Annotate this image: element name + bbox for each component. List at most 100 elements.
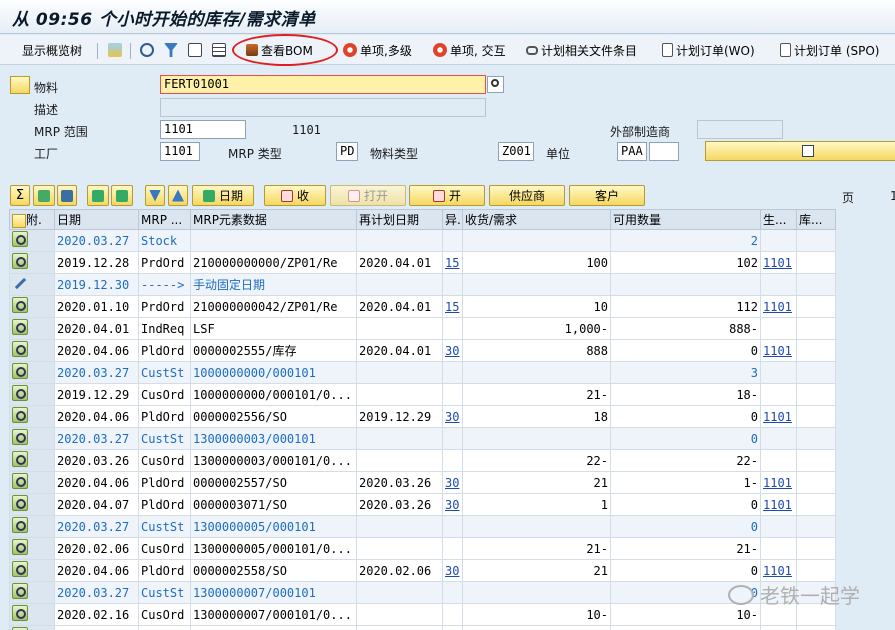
detail-icon[interactable] (12, 605, 28, 621)
cell-prod[interactable]: 1101 (760, 625, 797, 630)
material-toggle-icon[interactable] (10, 76, 30, 94)
unit-field[interactable]: PAA (617, 142, 647, 161)
detail-icon[interactable] (12, 253, 28, 269)
table-row[interactable]: 2020.03.27 CustSt 1300000003/000101 0 (9, 427, 836, 450)
single-interactive-button[interactable]: 单项, 交互 (433, 41, 506, 59)
table-row[interactable]: 2020.04.07 PldOrd 0000003071/SO 2020.03.26 3… (9, 493, 836, 516)
table-row[interactable]: 2020.04.06PldOrd0000002559/SO2020.02.163… (9, 625, 836, 630)
col-header-date[interactable]: 日期 (54, 209, 139, 230)
cell-prod[interactable]: 1101 (760, 295, 797, 318)
detail-icon[interactable] (12, 341, 28, 357)
cell-exception[interactable]: 30 (442, 559, 463, 582)
receipt-button[interactable]: 收 (264, 185, 326, 206)
col-header-mrp-data[interactable]: MRP元素数据 (190, 209, 357, 230)
detail-icon[interactable] (12, 583, 28, 599)
cell-exception[interactable]: 30 (442, 625, 463, 630)
cell-prod[interactable]: 1101 (760, 471, 797, 494)
cell-prod[interactable] (760, 449, 797, 472)
plant-field[interactable]: 1101 (160, 142, 200, 161)
cell-exception[interactable] (442, 229, 463, 252)
col-header-available[interactable]: 可用数量 (610, 209, 761, 230)
detail-icon[interactable] (12, 297, 28, 313)
cell-prod[interactable] (760, 229, 797, 252)
glasses-icon[interactable] (33, 185, 55, 206)
col-header-exception[interactable]: 异. (442, 209, 463, 230)
unit-extra-field[interactable] (649, 142, 679, 161)
cell-prod[interactable]: 1101 (760, 339, 797, 362)
cell-prod[interactable] (760, 427, 797, 450)
planning-file-entry-button[interactable]: 计划相关文件条目 (526, 41, 637, 59)
cell-exception[interactable] (442, 449, 463, 472)
cell-prod[interactable] (760, 515, 797, 538)
cell-exception[interactable] (442, 427, 463, 450)
sort-down-icon[interactable] (145, 185, 165, 206)
cell-prod[interactable] (760, 273, 797, 296)
edit-pen-icon[interactable] (57, 185, 77, 206)
cell-prod[interactable]: 1101 (760, 559, 797, 582)
cell-exception[interactable] (442, 603, 463, 626)
mrp-type-field[interactable]: PD (336, 142, 358, 161)
expand-icon[interactable] (87, 185, 109, 206)
cell-exception[interactable]: 15 (442, 251, 463, 274)
cell-exception[interactable] (442, 361, 463, 384)
detail-icon[interactable] (12, 517, 28, 533)
cell-prod[interactable] (760, 383, 797, 406)
material-type-field[interactable]: Z001 (498, 142, 534, 161)
single-multi-level-button[interactable]: 单项,多级 (343, 41, 412, 59)
table-row[interactable]: 2020.04.01 IndReq LSF 1,000- 888- (9, 317, 836, 340)
table-row[interactable]: 2019.12.30 -----> 手动固定日期 (9, 273, 836, 296)
detail-icon[interactable] (12, 539, 28, 555)
mrp-area-field[interactable]: 1101 (160, 120, 246, 139)
table-icon[interactable] (212, 41, 226, 59)
date-button[interactable]: 日期 (192, 185, 254, 206)
material-field[interactable]: FERT01001 (160, 75, 486, 94)
cell-exception[interactable] (442, 581, 463, 604)
table-row[interactable]: 2020.04.06 PldOrd 0000002558/SO 2020.02.06 3… (9, 559, 836, 582)
col-header-storage[interactable]: 库... (796, 209, 836, 230)
customer-button[interactable]: 客户 (569, 185, 645, 206)
table-row[interactable]: 2020.03.27 CustSt 1300000007/000101 0 (9, 581, 836, 604)
cell-prod[interactable]: 1101 (760, 251, 797, 274)
cell-exception[interactable]: 30 (442, 493, 463, 516)
cell-prod[interactable]: 1101 (760, 405, 797, 428)
vendor-button[interactable]: 供应商 (489, 185, 565, 206)
table-row[interactable]: 2019.12.28 PrdOrd 210000000000/ZP01/Re 2020… (9, 251, 836, 274)
landscape-icon[interactable] (108, 41, 122, 59)
cell-exception[interactable] (442, 537, 463, 560)
col-header-prod[interactable]: 生... (760, 209, 797, 230)
cell-exception[interactable]: 30 (442, 471, 463, 494)
table-row[interactable]: 2020.02.16 CusOrd 1300000007/000101/0... 10… (9, 603, 836, 626)
detail-icon[interactable] (12, 385, 28, 401)
search-icon[interactable] (487, 76, 504, 93)
collapse-icon[interactable] (111, 185, 133, 206)
cell-prod[interactable]: 1101 (760, 493, 797, 516)
sum-icon[interactable]: Σ (10, 185, 30, 206)
table-row[interactable]: 2020.03.27 CustSt 1300000005/000101 0 (9, 515, 836, 538)
col-header-mrp[interactable]: MRP ... (138, 209, 191, 230)
refresh-icon[interactable] (140, 41, 154, 59)
table-row[interactable]: 2020.04.06 PldOrd 0000002556/SO 2019.12.29 3… (9, 405, 836, 428)
col-header-receipt-req[interactable]: 收货/需求 (462, 209, 611, 230)
sort-up-icon[interactable] (168, 185, 188, 206)
cell-exception[interactable]: 30 (442, 339, 463, 362)
table-row[interactable]: 2020.03.27 CustSt 1000000000/000101 3 (9, 361, 836, 384)
detail-icon[interactable] (12, 495, 28, 511)
detail-icon[interactable] (12, 429, 28, 445)
detail-icon[interactable] (12, 473, 28, 489)
open-button[interactable]: 开 (409, 185, 485, 206)
cell-prod[interactable] (760, 317, 797, 340)
overview-tree-button[interactable]: 显示概览树 (22, 41, 82, 59)
detail-icon[interactable] (12, 319, 28, 335)
table-row[interactable]: 2020.04.06 PldOrd 0000002557/SO 2020.03.26 3… (9, 471, 836, 494)
table-row[interactable]: 2020.02.06 CusOrd 1300000005/000101/0... 21… (9, 537, 836, 560)
cell-exception[interactable] (442, 383, 463, 406)
table-row[interactable]: 2020.03.26 CusOrd 1300000003/000101/0... 22… (9, 449, 836, 472)
planned-order-wo-button[interactable]: 计划订单(WO) (662, 41, 755, 59)
table-row[interactable]: 2020.01.10 PrdOrd 210000000042/ZP01/Re 2020… (9, 295, 836, 318)
filter-icon[interactable] (164, 41, 178, 59)
col-header-reschedule[interactable]: 再计划日期 (356, 209, 443, 230)
planned-order-spo-button[interactable]: 计划订单 (SPO) (780, 41, 879, 59)
cell-exception[interactable] (442, 273, 463, 296)
detail-icon[interactable] (12, 407, 28, 423)
edit-button[interactable] (705, 141, 895, 161)
